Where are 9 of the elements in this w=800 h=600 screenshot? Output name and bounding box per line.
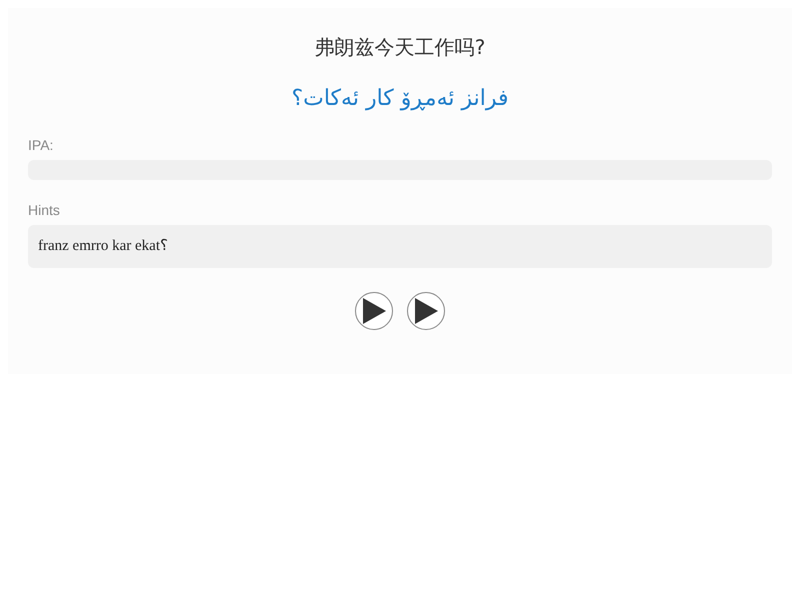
play-icon	[362, 298, 386, 324]
play-icon	[414, 298, 438, 324]
question-text: 弗朗兹今天工作吗?	[314, 34, 486, 61]
play-button[interactable]	[355, 292, 393, 330]
translation-text: فرانز ئەمڕۆ کار ئەکات؟	[291, 85, 509, 113]
field-label: IPA:	[28, 136, 54, 155]
play-button[interactable]	[407, 292, 445, 330]
field-label: Hints	[28, 201, 60, 220]
hint-field: franz emrro kar ekat؟	[28, 225, 772, 268]
